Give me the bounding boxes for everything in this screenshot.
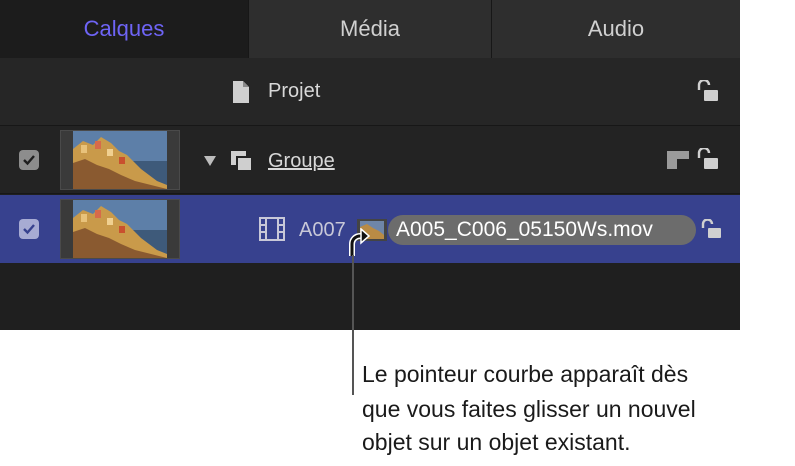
clip-thumbnail	[60, 199, 180, 259]
callout-line	[352, 255, 354, 395]
group-layers-icon	[230, 150, 254, 177]
layers-panel: Calques Média Audio Projet Groupe A007	[0, 0, 740, 330]
caption-line-1: Le pointeur courbe apparaît dès	[362, 361, 689, 387]
document-icon	[232, 80, 250, 109]
layer-label-group: Groupe	[268, 150, 335, 172]
tab-bar: Calques Média Audio	[0, 0, 740, 58]
layer-label-project: Projet	[268, 80, 321, 102]
layer-row-project[interactable]: Projet	[0, 58, 740, 126]
curved-pointer-icon	[344, 227, 371, 263]
unlock-icon[interactable]	[695, 146, 719, 175]
check-icon	[23, 224, 35, 235]
layer-row-group[interactable]: Groupe	[0, 126, 740, 194]
tab-media[interactable]: Média	[248, 0, 491, 58]
check-icon	[23, 155, 35, 166]
tab-calques[interactable]: Calques	[0, 0, 248, 58]
caption-line-2: que vous faites glisser un nouvel	[362, 396, 696, 422]
triangle-down-icon[interactable]	[203, 154, 217, 172]
group-visibility-checkbox[interactable]	[19, 150, 39, 170]
layer-label-clip: A007	[299, 219, 346, 241]
caption-line-3: objet sur un objet existant.	[362, 429, 631, 455]
film-strip-icon	[259, 217, 285, 246]
clip-visibility-checkbox[interactable]	[19, 219, 39, 239]
unlock-icon[interactable]	[695, 78, 719, 107]
group-thumbnail	[60, 130, 180, 190]
drag-filename-tooltip: A005_C006_05150Ws.mov	[388, 215, 696, 245]
group-badge-icon	[666, 150, 690, 175]
tab-audio[interactable]: Audio	[491, 0, 740, 58]
unlock-icon[interactable]	[700, 218, 722, 244]
